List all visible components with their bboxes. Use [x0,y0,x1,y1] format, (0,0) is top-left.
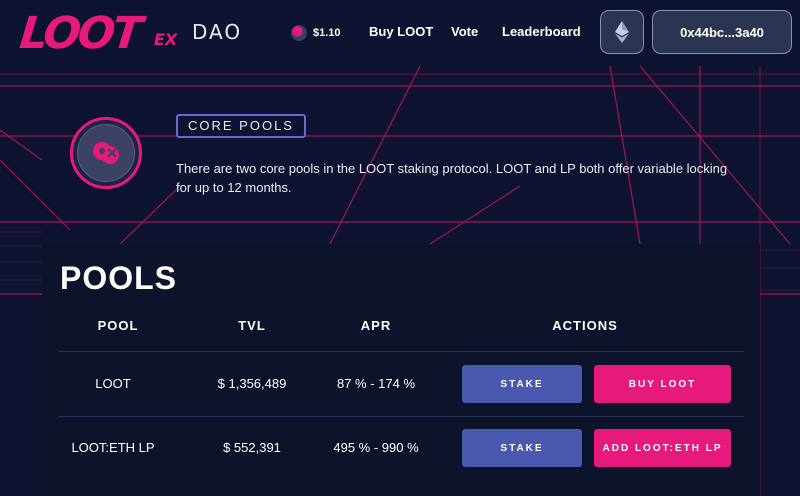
column-header-actions: ACTIONS [552,318,618,333]
stake-button[interactable]: STAKE [462,429,582,467]
column-header-tvl: TVL [238,318,266,333]
core-pools-avatar [70,117,142,189]
pool-apr: 87 % - 174 % [336,376,416,391]
logo-wordmark: LOOT [17,8,142,59]
logo-ex-mark: EX [154,30,178,49]
loot-token-icon [93,142,119,164]
ethereum-icon [615,21,629,43]
lootex-logo[interactable]: LOOT EX [17,8,180,59]
loot-price: $1.10 [291,24,341,42]
pool-name: LOOT:ETH LP [71,440,155,455]
nav-vote[interactable]: Vote [451,24,478,39]
pool-apr: 495 % - 990 % [333,440,419,455]
nav-buy-loot[interactable]: Buy LOOT [369,24,433,39]
wallet-address-button[interactable]: 0x44bc...3a40 [652,10,792,54]
network-button[interactable] [600,10,644,54]
top-navbar: LOOT EX DAO $1.10 Buy LOOT Vote Leaderbo… [0,0,800,66]
row-divider [58,416,744,417]
pools-title: POOLS [60,260,178,296]
core-pools-badge: CORE POOLS [176,114,306,138]
add-loot-eth-lp-button[interactable]: ADD LOOT:ETH LP [594,429,731,467]
nav-leaderboard[interactable]: Leaderboard [502,24,581,39]
row-divider [58,351,744,352]
stake-button[interactable]: STAKE [462,365,582,403]
pool-name: LOOT [95,376,131,391]
pools-panel: POOLS POOL TVL APR ACTIONS LOOT $ 1,356,… [42,244,760,496]
logo-dao-label: DAO [192,20,243,44]
buy-loot-button[interactable]: BUY LOOT [594,365,731,403]
column-header-pool: POOL [97,318,139,333]
column-header-apr: APR [360,318,392,333]
core-pools-description: There are two core pools in the LOOT sta… [176,161,728,195]
loot-token-icon [291,25,307,41]
loot-price-value: $1.10 [313,27,341,39]
pool-tvl: $ 1,356,489 [217,376,287,391]
pool-tvl: $ 552,391 [223,440,281,455]
